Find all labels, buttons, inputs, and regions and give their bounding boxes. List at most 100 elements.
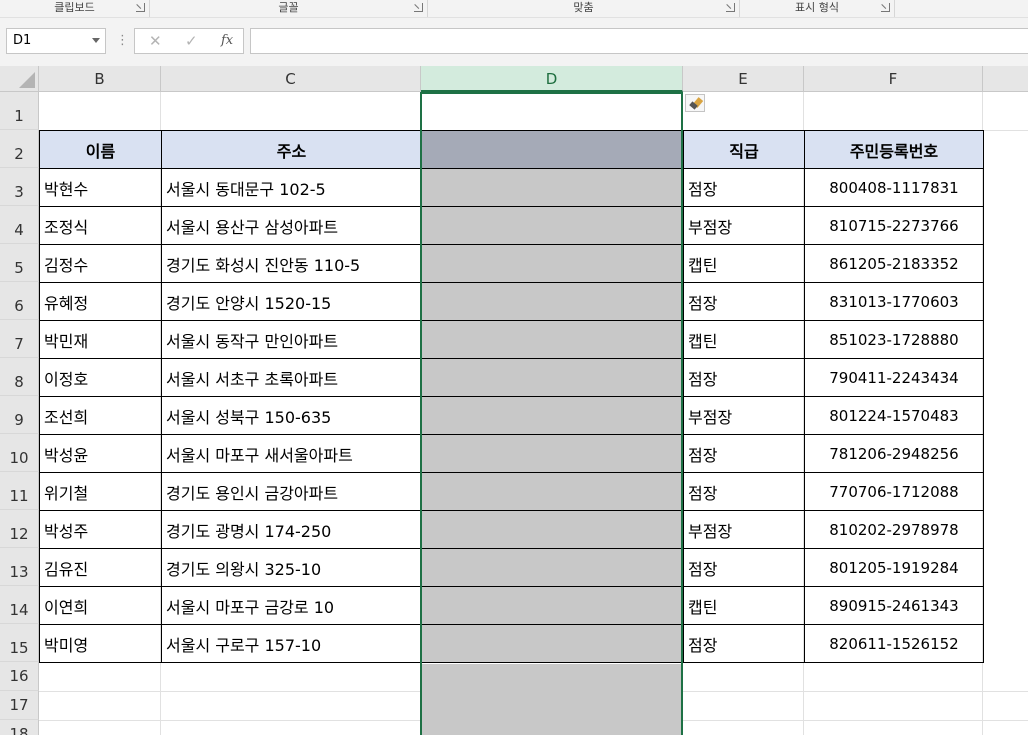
cell-ssn[interactable]: 800408-1117831 (804, 168, 984, 207)
cell-rank[interactable]: 점장 (683, 282, 805, 321)
header-address[interactable]: 주소 (161, 130, 422, 169)
cell-ssn[interactable]: 790411-2243434 (804, 358, 984, 397)
cell-address[interactable]: 경기도 의왕시 325-10 (161, 548, 422, 587)
row-header-12[interactable]: 12 (0, 510, 39, 548)
cell-rank[interactable]: 점장 (683, 624, 805, 663)
cell-name[interactable]: 조선희 (39, 396, 162, 435)
cell-d[interactable] (421, 586, 684, 625)
alignment-dialog-launcher-icon[interactable] (726, 3, 735, 12)
cell-ssn[interactable]: 820611-1526152 (804, 624, 984, 663)
cell-name[interactable]: 유혜정 (39, 282, 162, 321)
cell-address[interactable]: 서울시 구로구 157-10 (161, 624, 422, 663)
cell-ssn[interactable]: 781206-2948256 (804, 434, 984, 473)
cell-d[interactable] (421, 358, 684, 397)
cell-name[interactable]: 김정수 (39, 244, 162, 283)
cell-rank[interactable]: 점장 (683, 434, 805, 473)
cell-address[interactable]: 서울시 동대문구 102-5 (161, 168, 422, 207)
cell-rank[interactable]: 부점장 (683, 510, 805, 549)
cell-d[interactable] (421, 282, 684, 321)
row-header-7[interactable]: 7 (0, 320, 39, 358)
cell-ssn[interactable]: 770706-1712088 (804, 472, 984, 511)
cell-rank[interactable]: 캡틴 (683, 244, 805, 283)
cell-name[interactable]: 조정식 (39, 206, 162, 245)
number-dialog-launcher-icon[interactable] (881, 3, 890, 12)
cell-address[interactable]: 서울시 마포구 금강로 10 (161, 586, 422, 625)
cancel-icon[interactable]: ✕ (149, 29, 162, 53)
cell-rank[interactable]: 부점장 (683, 206, 805, 245)
cell-address[interactable]: 서울시 마포구 새서울아파트 (161, 434, 422, 473)
enter-icon[interactable]: ✓ (185, 29, 198, 53)
more-options-icon[interactable]: ⋮ (116, 28, 129, 54)
row-header-14[interactable]: 14 (0, 586, 39, 624)
paste-options-brush-icon[interactable] (685, 94, 705, 112)
cell-rank[interactable]: 점장 (683, 168, 805, 207)
cell-address[interactable]: 서울시 서초구 초록아파트 (161, 358, 422, 397)
column-d-fill[interactable] (421, 664, 682, 735)
header-ssn[interactable]: 주민등록번호 (804, 130, 984, 169)
cell-d[interactable] (421, 206, 684, 245)
cell-name[interactable]: 박현수 (39, 168, 162, 207)
cell-d[interactable] (421, 168, 684, 207)
cell-rank[interactable]: 점장 (683, 358, 805, 397)
row-header-9[interactable]: 9 (0, 396, 39, 434)
cell-d[interactable] (421, 434, 684, 473)
row-header-16[interactable]: 16 (0, 662, 39, 691)
clipboard-dialog-launcher-icon[interactable] (136, 3, 145, 12)
cell-address[interactable]: 서울시 성북구 150-635 (161, 396, 422, 435)
cell-ssn[interactable]: 801224-1570483 (804, 396, 984, 435)
cell-name[interactable]: 박민재 (39, 320, 162, 359)
cell-d[interactable] (421, 244, 684, 283)
cell-address[interactable]: 경기도 광명시 174-250 (161, 510, 422, 549)
column-header-g[interactable] (983, 66, 1028, 92)
header-rank[interactable]: 직급 (683, 130, 805, 169)
cell-name[interactable]: 김유진 (39, 548, 162, 587)
cell-name[interactable]: 위기철 (39, 472, 162, 511)
cell-d[interactable] (421, 548, 684, 587)
formula-input[interactable] (250, 28, 1028, 54)
header-d[interactable] (421, 130, 684, 169)
cell-rank[interactable]: 점장 (683, 548, 805, 587)
cell-address[interactable]: 경기도 용인시 금강아파트 (161, 472, 422, 511)
chevron-down-icon[interactable] (92, 38, 100, 43)
cell-name[interactable]: 박성윤 (39, 434, 162, 473)
cell-address[interactable]: 서울시 용산구 삼성아파트 (161, 206, 422, 245)
cell-d[interactable] (421, 472, 684, 511)
name-box[interactable]: D1 (6, 28, 106, 54)
cell-rank[interactable]: 부점장 (683, 396, 805, 435)
cell-rank[interactable]: 점장 (683, 472, 805, 511)
cell-d[interactable] (421, 510, 684, 549)
row-header-3[interactable]: 3 (0, 168, 39, 206)
column-header-b[interactable]: B (39, 66, 161, 92)
row-header-18[interactable]: 18 (0, 720, 39, 735)
cell-name[interactable]: 이정호 (39, 358, 162, 397)
cell-ssn[interactable]: 810202-2978978 (804, 510, 984, 549)
row-header-8[interactable]: 8 (0, 358, 39, 396)
row-header-13[interactable]: 13 (0, 548, 39, 586)
row-header-17[interactable]: 17 (0, 691, 39, 720)
header-name[interactable]: 이름 (39, 130, 162, 169)
cell-name[interactable]: 박미영 (39, 624, 162, 663)
cell-address[interactable]: 경기도 안양시 1520-15 (161, 282, 422, 321)
row-header-5[interactable]: 5 (0, 244, 39, 282)
cell-ssn[interactable]: 831013-1770603 (804, 282, 984, 321)
cell-d[interactable] (421, 396, 684, 435)
cell-d1[interactable] (421, 92, 682, 130)
cell-rank[interactable]: 캡틴 (683, 320, 805, 359)
font-dialog-launcher-icon[interactable] (414, 3, 423, 12)
cell-rank[interactable]: 캡틴 (683, 586, 805, 625)
cell-address[interactable]: 서울시 동작구 만인아파트 (161, 320, 422, 359)
column-header-f[interactable]: F (804, 66, 983, 92)
row-header-2[interactable]: 2 (0, 130, 39, 168)
cell-address[interactable]: 경기도 화성시 진안동 110-5 (161, 244, 422, 283)
row-header-15[interactable]: 15 (0, 624, 39, 662)
row-header-11[interactable]: 11 (0, 472, 39, 510)
insert-function-icon[interactable]: fx (221, 29, 233, 53)
cell-name[interactable]: 이연희 (39, 586, 162, 625)
cell-d[interactable] (421, 320, 684, 359)
column-header-d[interactable]: D (421, 66, 683, 92)
select-all-button[interactable] (0, 66, 39, 92)
cell-ssn[interactable]: 810715-2273766 (804, 206, 984, 245)
row-header-10[interactable]: 10 (0, 434, 39, 472)
cell-d[interactable] (421, 624, 684, 663)
worksheet-grid[interactable]: B C D E F 1 2 3 4 5 6 7 8 9 10 11 12 13 … (0, 66, 1028, 735)
